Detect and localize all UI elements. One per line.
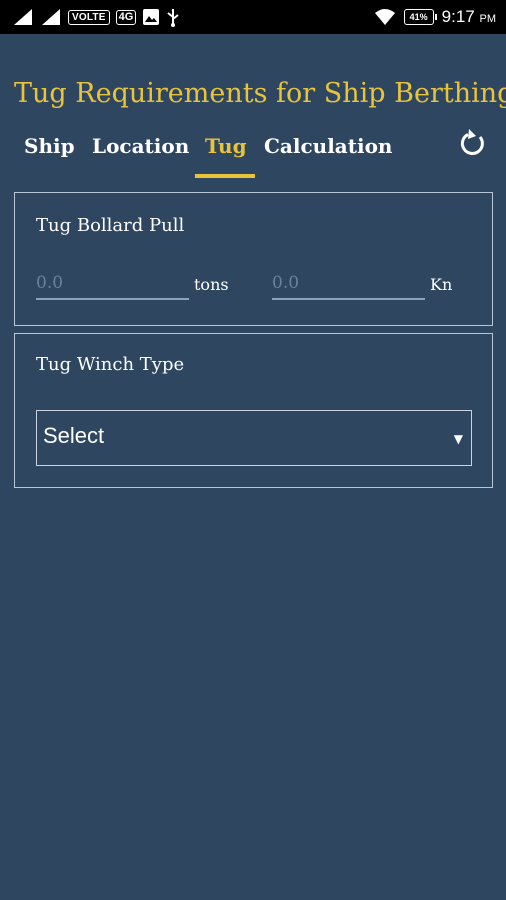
- kn-unit: Kn: [430, 275, 453, 294]
- battery-icon: 41%: [403, 9, 437, 25]
- tab-location[interactable]: Location: [92, 130, 189, 176]
- kn-input[interactable]: [272, 268, 425, 300]
- signal-icon-2: [42, 9, 60, 25]
- dropdown-arrow-icon: ▼: [453, 432, 463, 446]
- winch-type-label: Tug Winch Type: [36, 354, 185, 375]
- wifi-icon: [374, 9, 395, 25]
- tab-bar: Ship Location Tug Calculation: [0, 130, 506, 180]
- tab-tug[interactable]: Tug: [205, 130, 247, 176]
- tons-input[interactable]: [36, 268, 189, 300]
- status-left: VOLTE 4G: [12, 7, 180, 27]
- winch-type-selected-value: Select: [43, 423, 105, 448]
- network-type-badge: 4G: [115, 9, 137, 25]
- signal-icon: [14, 9, 32, 25]
- image-icon: [143, 9, 160, 25]
- tons-field[interactable]: [36, 268, 189, 302]
- clock-ampm: PM: [479, 13, 497, 25]
- refresh-icon[interactable]: [456, 128, 488, 160]
- tons-unit: tons: [194, 275, 229, 294]
- kn-field[interactable]: [272, 268, 425, 302]
- clock: 9:17 PM: [442, 7, 496, 27]
- active-tab-indicator: [195, 174, 255, 178]
- page-title: Tug Requirements for Ship Berthing: [14, 78, 506, 109]
- tab-ship[interactable]: Ship: [24, 130, 75, 176]
- bollard-pull-label: Tug Bollard Pull: [36, 215, 185, 236]
- usb-icon: [167, 9, 179, 27]
- winch-type-card: Tug Winch Type Select ▼: [14, 333, 493, 488]
- tab-calculation[interactable]: Calculation: [264, 130, 392, 176]
- status-bar: VOLTE 4G 41% 9:17 PM: [0, 0, 506, 34]
- bollard-pull-card: Tug Bollard Pull tons Kn: [14, 192, 493, 326]
- status-right: 41% 9:17 PM: [374, 7, 496, 27]
- clock-time: 9:17: [441, 7, 475, 26]
- volte-badge: VOLTE: [68, 9, 110, 25]
- winch-type-select[interactable]: Select ▼: [36, 410, 472, 466]
